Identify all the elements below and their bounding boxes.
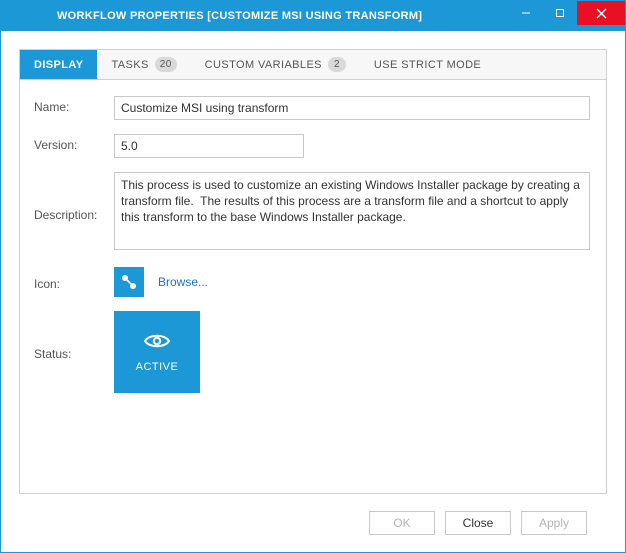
workflow-icon [114, 267, 144, 297]
status-label: Status: [24, 343, 114, 361]
tab-tasks-label: TASKS [111, 59, 148, 71]
dialog-footer: OK Close Apply [19, 494, 607, 552]
name-input[interactable] [114, 96, 590, 120]
name-label: Name: [24, 96, 114, 114]
window-title: WORKFLOW PROPERTIES [CUSTOMIZE MSI USING… [1, 10, 509, 22]
version-input[interactable] [114, 134, 304, 158]
tab-custom-variables[interactable]: CUSTOM VARIABLES 2 [191, 50, 360, 79]
titlebar: WORKFLOW PROPERTIES [CUSTOMIZE MSI USING… [1, 1, 625, 31]
tab-strict-mode-label: USE STRICT MODE [374, 59, 481, 71]
apply-button[interactable]: Apply [521, 511, 587, 535]
tab-custom-variables-badge: 2 [328, 57, 346, 72]
row-icon: Icon: Browse... [24, 267, 590, 297]
close-button[interactable]: Close [445, 511, 511, 535]
dialog-window: WORKFLOW PROPERTIES [CUSTOMIZE MSI USING… [0, 0, 626, 553]
minimize-button[interactable] [509, 1, 543, 25]
description-input[interactable] [114, 172, 590, 250]
status-tile[interactable]: ACTIVE [114, 311, 200, 393]
maximize-button[interactable] [543, 1, 577, 25]
display-form: Name: Version: Description: [20, 80, 606, 407]
row-status: Status: ACTIVE [24, 311, 590, 393]
tab-tasks[interactable]: TASKS 20 [97, 50, 190, 79]
tab-display-label: DISPLAY [34, 59, 83, 71]
content-area: DISPLAY TASKS 20 CUSTOM VARIABLES 2 USE … [1, 31, 625, 552]
tab-custom-variables-label: CUSTOM VARIABLES [205, 59, 322, 71]
row-version: Version: [24, 134, 590, 158]
tab-strict-mode[interactable]: USE STRICT MODE [360, 50, 495, 79]
eye-icon [143, 332, 171, 353]
tab-display[interactable]: DISPLAY [20, 50, 97, 79]
tab-tasks-badge: 20 [155, 57, 177, 72]
main-panel: DISPLAY TASKS 20 CUSTOM VARIABLES 2 USE … [19, 49, 607, 494]
tab-strip: DISPLAY TASKS 20 CUSTOM VARIABLES 2 USE … [20, 50, 606, 80]
row-description: Description: [24, 172, 590, 253]
row-name: Name: [24, 96, 590, 120]
status-value: ACTIVE [136, 361, 179, 373]
icon-label: Icon: [24, 273, 114, 291]
browse-icon-link[interactable]: Browse... [158, 275, 208, 289]
ok-button[interactable]: OK [369, 511, 435, 535]
version-label: Version: [24, 134, 114, 152]
close-window-button[interactable] [577, 1, 625, 25]
description-label: Description: [24, 204, 114, 222]
